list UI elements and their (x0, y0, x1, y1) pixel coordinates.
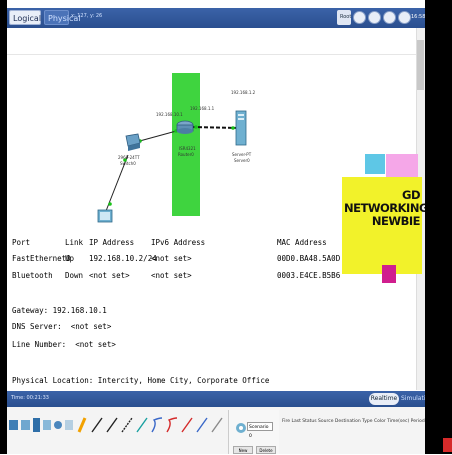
server-icon[interactable] (235, 110, 247, 146)
link-status-dot (194, 125, 198, 129)
end-devices-category-icon[interactable] (33, 418, 40, 432)
server-name-label: Server0 (234, 158, 250, 163)
octal-cable-icon[interactable] (211, 417, 223, 433)
table-cell: Up (65, 254, 75, 263)
dns-text: DNS Server: <not set> (12, 322, 112, 331)
new-scenario-button[interactable]: New (233, 446, 253, 454)
server-model-label: Server-PT (232, 152, 252, 157)
switches-category-icon[interactable] (21, 420, 30, 430)
line-number-text: Line Number: <not set> (12, 340, 116, 349)
header-link: Link (65, 238, 84, 247)
table-cell: 192.168.10.2/24 (89, 254, 157, 263)
phone-cable-icon[interactable] (151, 417, 163, 433)
router-name-label: Router0 (178, 152, 194, 157)
wan-category-icon[interactable] (65, 420, 73, 430)
link-status-dot (108, 202, 112, 206)
notification-badge (443, 438, 452, 452)
crossover-cable-icon[interactable] (121, 417, 133, 433)
switch-name-label: Switch0 (120, 161, 136, 166)
right-frame (425, 0, 452, 454)
router-switch-link (135, 129, 181, 143)
server-ip-label: 192.168.1.2 (231, 90, 256, 95)
router-left-ip-label: 192.168.10.1 (156, 112, 183, 117)
header-ip: IP Address (89, 238, 135, 247)
fire-icon[interactable] (235, 422, 247, 434)
router-right-ip-label: 192.168.1.1 (190, 106, 215, 111)
table-cell: 0003.E4CE.B5B6 (277, 271, 341, 280)
link-status-dot (231, 126, 235, 130)
serial-dte-icon[interactable] (181, 417, 193, 433)
router-model-label: ISR4321 (179, 146, 196, 151)
realtime-mode-button[interactable]: Realtime (369, 393, 399, 405)
gateway-text: Gateway: 192.168.10.1 (12, 306, 107, 315)
simulation-mode-button[interactable]: Simulation (401, 393, 433, 405)
decor-pink-square (386, 154, 418, 177)
serial-dce-icon[interactable] (166, 417, 178, 433)
console-cable-icon[interactable] (91, 417, 103, 433)
routers-category-icon[interactable] (9, 420, 18, 430)
device-type-icons (9, 417, 223, 433)
channel-logo-banner: GD NETWORKING NEWBIE (342, 177, 428, 274)
banner-text: GD NETWORKING NEWBIE (344, 188, 428, 228)
connection-auto-icon[interactable] (77, 417, 87, 433)
header-mac: MAC Address (277, 238, 327, 247)
time-label: Time: 00:21:33 (11, 395, 49, 401)
wireless-category-icon[interactable] (43, 420, 51, 430)
switch-icon[interactable] (125, 133, 141, 151)
coaxial-cable-icon[interactable] (196, 417, 208, 433)
table-cell: <not set> (89, 271, 130, 280)
header-ipv6: IPv6 Address (151, 238, 206, 247)
device-info-tooltip: Port Link IP Address IPv6 Address MAC Ad… (10, 234, 340, 391)
table-cell: Bluetooth (12, 271, 53, 280)
header-port: Port (12, 238, 31, 247)
security-category-icon[interactable] (54, 421, 62, 429)
table-cell: 00D0.BA48.5A0D (277, 254, 341, 263)
table-cell: FastEthernet0 (12, 254, 71, 263)
router-server-link (191, 126, 239, 129)
fiber-cable-icon[interactable] (136, 417, 148, 433)
straight-cable-icon[interactable] (106, 417, 118, 433)
table-cell: <not set> (151, 271, 192, 280)
scenario-dropdown[interactable]: Scenario 0 (247, 422, 273, 439)
table-cell: Down (65, 271, 84, 280)
decor-magenta-square (382, 265, 396, 283)
switch-model-label: 2960-24TT (118, 155, 140, 160)
decor-cyan-square (365, 154, 385, 174)
delete-scenario-button[interactable]: Delete (256, 446, 276, 454)
location-text: Physical Location: Intercity, Home City,… (12, 376, 270, 385)
bottom-toolbar: Time: 00:21:33 Realtime Simulation (7, 391, 433, 407)
table-cell: <not set> (151, 254, 192, 263)
router-icon[interactable] (176, 120, 194, 134)
pc-icon[interactable] (97, 209, 113, 223)
